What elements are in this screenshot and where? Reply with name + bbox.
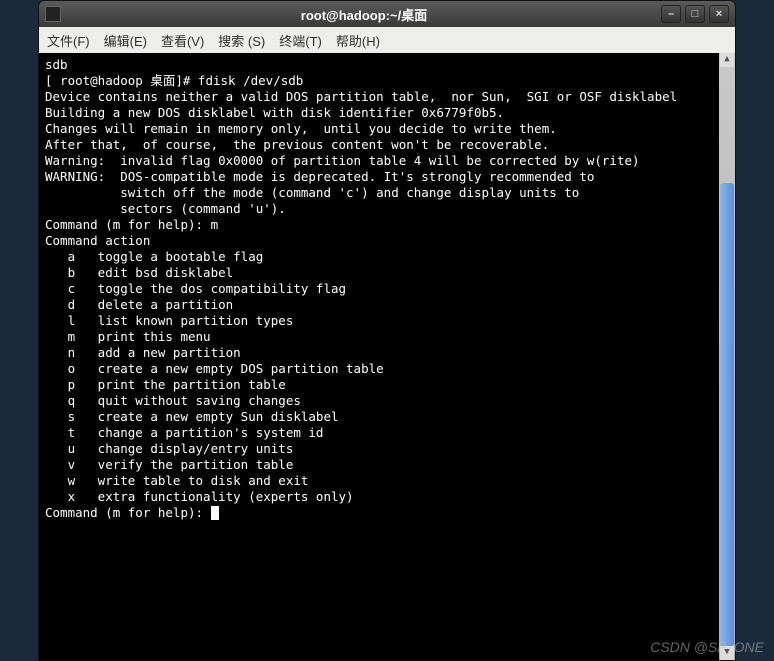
terminal-line: b edit bsd disklabel [45,265,713,281]
terminal-line: Command (m for help): m [45,217,713,233]
app-icon [45,6,61,22]
terminal-window: root@hadoop:~/桌面 – □ × 文件(F) 编辑(E) 查看(V)… [38,0,736,661]
close-button[interactable]: × [709,5,729,23]
terminal-line: m print this menu [45,329,713,345]
terminal-line: After that, of course, the previous cont… [45,137,713,153]
terminal-line: s create a new empty Sun disklabel [45,409,713,425]
terminal-line: v verify the partition table [45,457,713,473]
terminal-line: WARNING: DOS-compatible mode is deprecat… [45,169,713,185]
terminal-line: p print the partition table [45,377,713,393]
terminal-line: l list known partition types [45,313,713,329]
maximize-button[interactable]: □ [685,5,705,23]
terminal-line: sdb [45,57,713,73]
terminal-line: n add a new partition [45,345,713,361]
terminal-line: d delete a partition [45,297,713,313]
terminal-line: Changes will remain in memory only, unti… [45,121,713,137]
terminal-line: t change a partition's system id [45,425,713,441]
menu-search[interactable]: 搜索 (S) [218,31,265,50]
cursor-icon [211,506,219,520]
window-title: root@hadoop:~/桌面 [67,5,661,24]
terminal-line: Warning: invalid flag 0x0000 of partitio… [45,153,713,169]
terminal-line: [ root@hadoop 桌面]# fdisk /dev/sdb [45,73,713,89]
scroll-up-icon[interactable]: ▲ [720,53,734,67]
menu-help[interactable]: 帮助(H) [336,31,380,50]
terminal-line: w write table to disk and exit [45,473,713,489]
terminal-line: c toggle the dos compatibility flag [45,281,713,297]
scrollbar-thumb[interactable] [720,183,734,646]
terminal-line: x extra functionality (experts only) [45,489,713,505]
terminal-output[interactable]: sdb[ root@hadoop 桌面]# fdisk /dev/sdbDevi… [39,53,719,660]
minimize-button[interactable]: – [661,5,681,23]
terminal-area: sdb[ root@hadoop 桌面]# fdisk /dev/sdbDevi… [39,53,735,660]
terminal-line: q quit without saving changes [45,393,713,409]
terminal-line: Building a new DOS disklabel with disk i… [45,105,713,121]
menu-view[interactable]: 查看(V) [161,31,204,50]
terminal-line: a toggle a bootable flag [45,249,713,265]
terminal-line: Device contains neither a valid DOS part… [45,89,713,105]
titlebar[interactable]: root@hadoop:~/桌面 – □ × [39,1,735,27]
menu-edit[interactable]: 编辑(E) [104,31,147,50]
window-controls: – □ × [661,5,729,23]
terminal-line: Command (m for help): [45,505,713,521]
watermark: CSDN @SF_ONE [650,639,764,655]
terminal-line: sectors (command 'u'). [45,201,713,217]
terminal-line: Command action [45,233,713,249]
terminal-line: switch off the mode (command 'c') and ch… [45,185,713,201]
menu-file[interactable]: 文件(F) [47,31,90,50]
menubar: 文件(F) 编辑(E) 查看(V) 搜索 (S) 终端(T) 帮助(H) [39,27,735,53]
scrollbar[interactable]: ▲ ▼ [719,53,735,660]
terminal-line: u change display/entry units [45,441,713,457]
menu-terminal[interactable]: 终端(T) [279,31,322,50]
terminal-line: o create a new empty DOS partition table [45,361,713,377]
